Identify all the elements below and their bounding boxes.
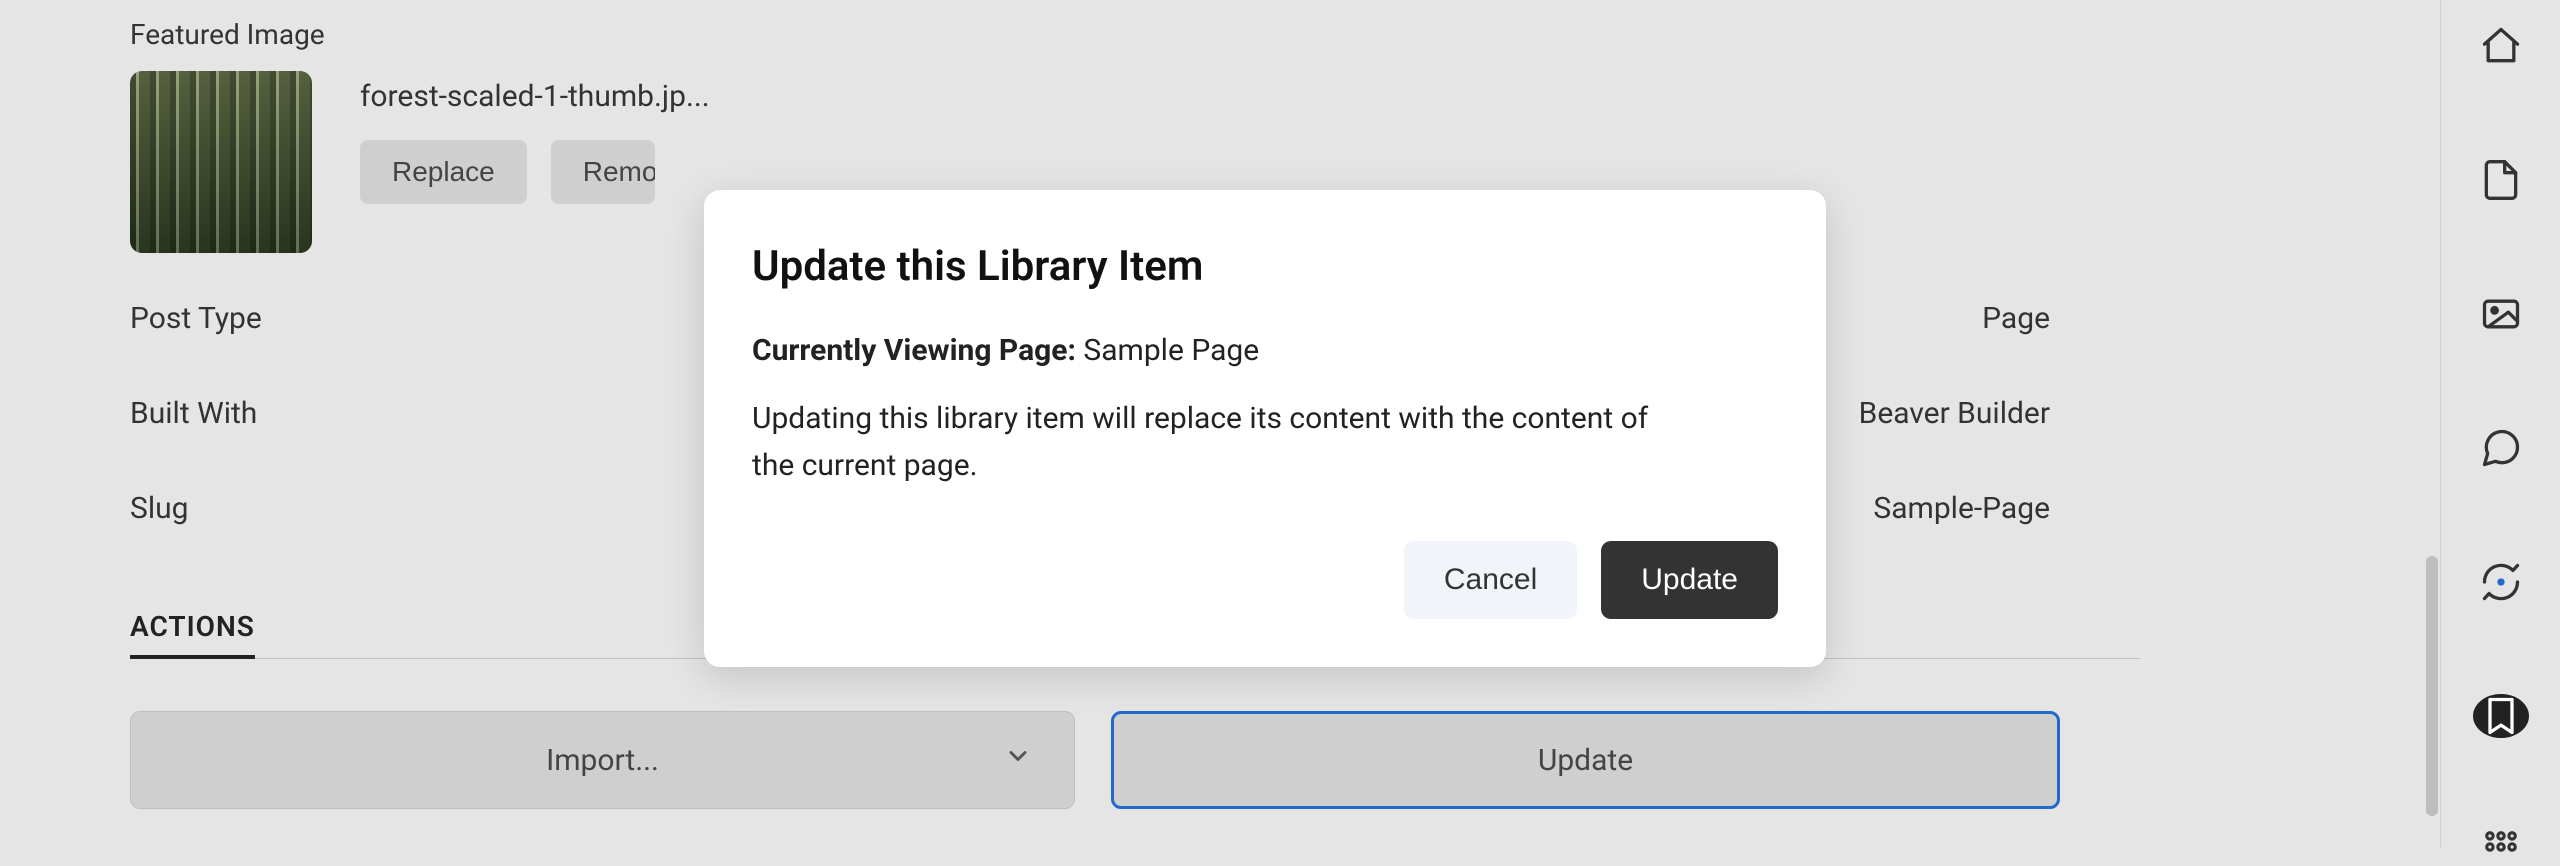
- slug-value: Sample-Page: [1873, 491, 2050, 526]
- featured-filename: forest-scaled-1-thumb.jp...: [360, 79, 710, 114]
- cancel-button[interactable]: Cancel: [1404, 541, 1577, 619]
- import-label: Import...: [546, 743, 659, 778]
- viewing-value: Sample Page: [1083, 333, 1259, 368]
- built-with-value: Beaver Builder: [1859, 396, 2050, 431]
- comment-icon[interactable]: [2473, 426, 2529, 470]
- post-type-value: Page: [1982, 301, 2050, 336]
- featured-image-label: Featured Image: [130, 0, 2294, 51]
- modal-title: Update this Library Item: [752, 242, 1778, 291]
- library-icon[interactable]: [2473, 694, 2529, 738]
- confirm-update-button[interactable]: Update: [1601, 541, 1778, 619]
- viewing-label: Currently Viewing Page:: [752, 333, 1076, 368]
- apps-icon[interactable]: [2473, 828, 2529, 866]
- remove-button[interactable]: Remove: [551, 140, 655, 204]
- app-sidebar: [2440, 0, 2560, 847]
- modal-body: Updating this library item will replace …: [752, 396, 1672, 489]
- page-icon[interactable]: [2473, 158, 2529, 202]
- home-icon[interactable]: [2473, 24, 2529, 68]
- post-type-label: Post Type: [130, 301, 262, 336]
- sync-icon[interactable]: [2473, 560, 2529, 604]
- update-library-modal: Update this Library Item Currently Viewi…: [704, 190, 1826, 667]
- built-with-label: Built With: [130, 396, 257, 431]
- replace-button[interactable]: Replace: [360, 140, 527, 204]
- actions-header: ACTIONS: [130, 610, 255, 659]
- slug-label: Slug: [130, 491, 189, 526]
- modal-subtitle: Currently Viewing Page: Sample Page: [752, 333, 1778, 368]
- scrollbar-thumb[interactable]: [2426, 556, 2438, 816]
- image-icon[interactable]: [2473, 292, 2529, 336]
- scrollbar-track[interactable]: [2424, 0, 2440, 847]
- featured-thumbnail[interactable]: [130, 71, 312, 253]
- update-label: Update: [1538, 743, 1633, 778]
- chevron-down-icon: [1004, 742, 1032, 778]
- update-button[interactable]: Update: [1111, 711, 2060, 809]
- import-button[interactable]: Import...: [130, 711, 1075, 809]
